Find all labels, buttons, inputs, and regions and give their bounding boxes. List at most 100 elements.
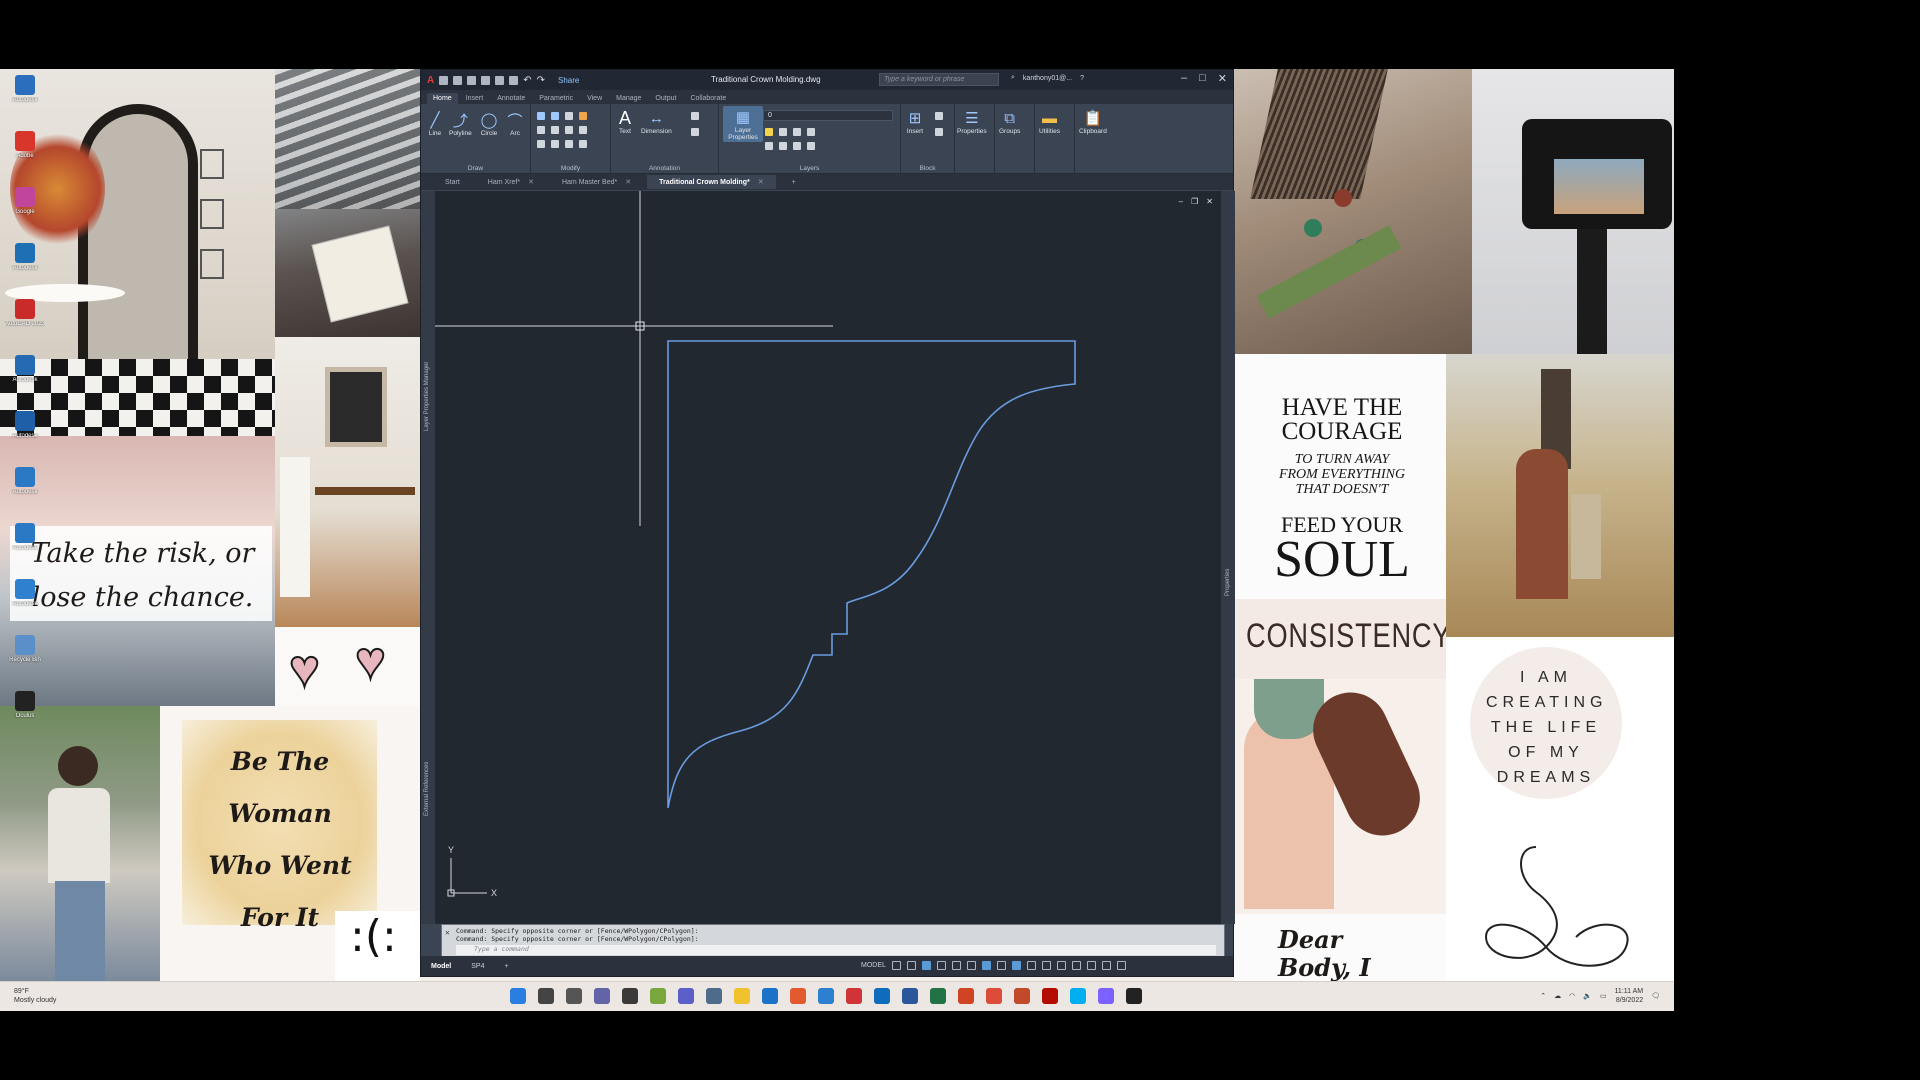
oculus-icon[interactable] [1126,988,1142,1004]
groups-tool[interactable]: ⧉ Groups [999,108,1020,136]
desktop-shortcut[interactable]: Google [8,187,42,235]
model-space-button[interactable]: MODEL [861,962,886,969]
layer-isolate-icon[interactable] [779,128,787,136]
offset-icon[interactable] [579,140,587,148]
outlook-icon[interactable] [874,988,890,1004]
calculator-icon[interactable] [706,988,722,1004]
layer-dropdown[interactable]: 0 [763,110,893,121]
desktop-shortcut[interactable]: Autodesk [8,355,42,403]
new-file-icon[interactable] [439,75,449,85]
chat-icon[interactable] [594,988,610,1004]
new-tab-icon[interactable]: + [780,176,808,189]
trim-icon[interactable] [565,112,573,120]
stretch-icon[interactable] [537,140,545,148]
add-layout-icon[interactable]: + [494,960,518,973]
search-icon[interactable]: ⌕ [1011,74,1015,82]
object-snap-icon[interactable] [981,961,991,970]
object-track-icon[interactable] [966,961,976,970]
file-explorer-icon[interactable] [734,988,750,1004]
widgets-icon[interactable] [622,988,638,1004]
messenger-icon[interactable] [1098,988,1114,1004]
open-file-icon[interactable] [453,75,463,85]
app-icon[interactable] [790,988,806,1004]
desktop-shortcut[interactable]: Autodesk [8,75,42,123]
fillet-icon[interactable] [565,126,573,134]
line-tool[interactable]: ╱ Line [425,110,445,137]
save-icon[interactable] [467,75,477,85]
hardware-acceleration-icon[interactable] [1086,961,1096,970]
annotation-scale-icon[interactable] [1011,961,1021,970]
insert-tool[interactable]: ⊞ Insert [905,108,925,135]
properties-palette-tab[interactable]: Properties [1225,569,1231,596]
modify-panel-title[interactable]: Modify [531,165,610,172]
command-line-close-icon[interactable]: ✕ [445,928,450,937]
mail-icon[interactable] [762,988,778,1004]
app-icon[interactable] [1014,988,1030,1004]
grid-icon[interactable] [891,961,901,970]
layers-panel-title[interactable]: Layers [719,165,900,172]
snap-icon[interactable] [906,961,916,970]
external-references-palette-tab[interactable]: External References [424,762,430,816]
open-web-icon[interactable] [495,75,505,85]
plot-icon[interactable] [509,75,519,85]
document-tab[interactable]: Ham Master Bed* ✕ [550,175,643,189]
text-tool[interactable]: A Text [615,108,635,136]
chrome-icon[interactable] [986,988,1002,1004]
match-layer-icon[interactable] [765,142,773,150]
tab-manage[interactable]: Manage [610,93,647,104]
app-icon[interactable] [818,988,834,1004]
layer-off-icon[interactable] [765,128,773,136]
powerpoint-icon[interactable] [958,988,974,1004]
layer-freeze-icon[interactable] [793,128,801,136]
share-button[interactable]: Share [558,76,579,85]
layer-thaw-icon[interactable] [807,142,815,150]
document-tab[interactable]: Ham Xref* ✕ [476,175,546,189]
task-view-icon[interactable] [566,988,582,1004]
help-icon[interactable]: ? [1080,75,1084,82]
minimize-button[interactable]: – [1181,72,1187,85]
desktop-shortcut[interactable]: Autodesk [8,579,42,627]
desktop-shortcut[interactable]: AutoCAD 2023 [5,299,45,347]
mirror-icon[interactable] [551,126,559,134]
viewport-restore-icon[interactable]: ❐ [1191,197,1198,206]
save-as-icon[interactable] [481,75,491,85]
clipboard-tool[interactable]: 📋 Clipboard [1079,108,1107,135]
viewport-close-icon[interactable]: ✕ [1206,197,1213,206]
layer-walk-icon[interactable] [779,142,787,150]
crown-molding-profile[interactable] [667,340,1076,809]
close-button[interactable]: ✕ [1218,72,1227,85]
scale-icon[interactable] [551,140,559,148]
lineweight-icon[interactable] [996,961,1006,970]
document-tab[interactable]: Traditional Crown Molding* ✕ [647,175,776,189]
desktop-shortcut[interactable]: Autodesk [8,243,42,291]
layer-properties-palette-tab[interactable]: Layer Properties Manager [424,362,430,431]
layer-unisolate-icon[interactable] [793,142,801,150]
array-icon[interactable] [565,140,573,148]
move-icon[interactable] [537,112,545,120]
document-tab[interactable]: Start [433,176,472,189]
erase-icon[interactable] [579,112,587,120]
arc-tool[interactable]: ⌒ Arc [505,110,525,138]
desktop-shortcut[interactable]: Autodesk [8,467,42,515]
maximize-button[interactable]: □ [1199,72,1206,85]
properties-tool[interactable]: ☰ Properties [957,108,987,135]
word-icon[interactable] [902,988,918,1004]
leader-icon[interactable] [691,112,699,120]
model-tab[interactable]: Model [421,960,461,973]
tab-insert[interactable]: Insert [460,93,490,104]
block-panel-title[interactable]: Block [901,165,954,172]
tab-parametric[interactable]: Parametric [533,93,579,104]
layout-tab[interactable]: SP4 [461,960,494,973]
wifi-icon[interactable]: ◠ [1569,992,1575,1000]
search-input[interactable]: Type a keyword or phrase [879,73,999,86]
ortho-icon[interactable] [921,961,931,970]
close-tab-icon[interactable]: ✕ [625,179,631,186]
polyline-tool[interactable]: ⤴ Polyline [449,110,472,138]
clean-screen-icon[interactable] [1101,961,1111,970]
desktop-shortcut[interactable]: Oculus [8,691,42,739]
desktop-shortcut[interactable]: Adobe [8,131,42,179]
excel-icon[interactable] [930,988,946,1004]
viewport-minimize-icon[interactable]: – [1179,197,1183,206]
autocad-logo-icon[interactable]: A [427,75,434,86]
windows-start-icon[interactable] [510,988,526,1004]
